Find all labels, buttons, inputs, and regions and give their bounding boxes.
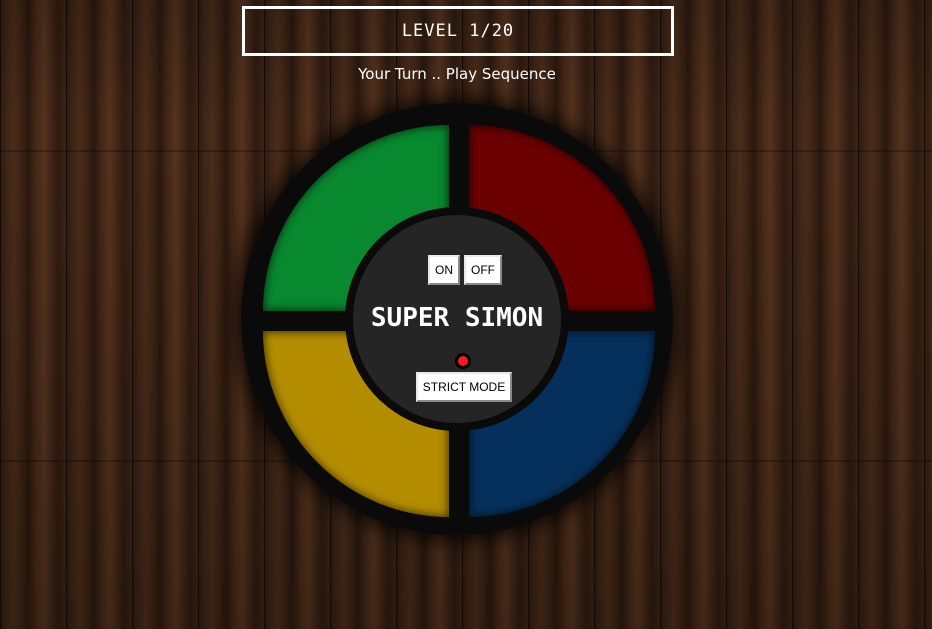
level-label: LEVEL 1/20 — [401, 21, 515, 41]
control-panel: ON OFF SUPER SIMON STRICT MODE — [345, 207, 569, 431]
game-title: SUPER SIMON — [370, 303, 544, 333]
status-message: Your Turn .. Play Sequence — [358, 65, 556, 83]
control-panel-face: ON OFF SUPER SIMON STRICT MODE — [353, 215, 561, 423]
strict-mode-indicator — [455, 353, 471, 369]
off-button[interactable]: OFF — [464, 255, 502, 285]
strict-mode-button[interactable]: STRICT MODE — [416, 372, 512, 402]
simon-board: ON OFF SUPER SIMON STRICT MODE — [241, 103, 673, 535]
level-display: LEVEL 1/20 — [242, 6, 674, 56]
on-button[interactable]: ON — [428, 255, 460, 285]
